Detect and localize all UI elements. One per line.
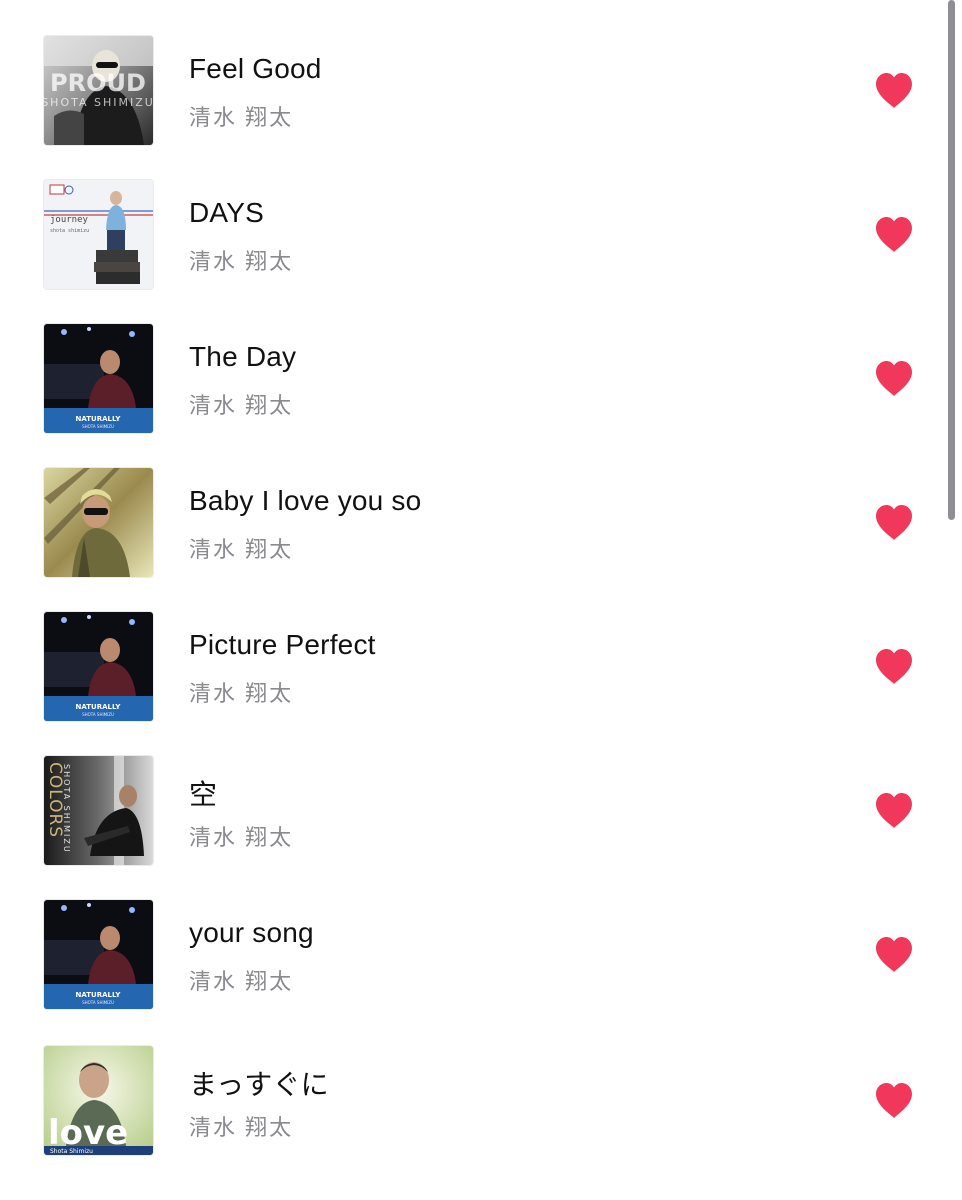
- song-artist: 清水 翔太: [189, 105, 294, 130]
- album-art-love: love Shota Shimizu: [44, 1046, 153, 1155]
- heart-icon: [876, 73, 912, 108]
- song-artist: 清水 翔太: [189, 681, 294, 706]
- album-art-text: PROUD: [50, 69, 146, 97]
- song-title: DAYS: [189, 197, 264, 228]
- song-artist: 清水 翔太: [189, 825, 294, 850]
- song-row[interactable]: love Shota Shimizu まっすぐに 清水 翔太: [0, 1010, 940, 1155]
- love-button[interactable]: [872, 213, 916, 257]
- song-artist: 清水 翔太: [189, 249, 294, 274]
- heart-icon: [876, 793, 912, 828]
- album-art-text: NATURALLY: [76, 991, 122, 999]
- album-art-subtext: SHOTA SHIMIZU: [82, 712, 114, 717]
- album-art-subtext: SHOTA SHIMIZU: [44, 96, 153, 109]
- album-art-text: NATURALLY: [76, 703, 122, 711]
- heart-icon: [876, 1083, 912, 1118]
- album-art-baby-i-love-you-so: [44, 468, 153, 577]
- love-button[interactable]: [872, 501, 916, 545]
- scrollbar[interactable]: [948, 0, 955, 520]
- album-art-naturally: NATURALLY SHOTA SHIMIZU: [44, 900, 153, 1009]
- love-button[interactable]: [872, 69, 916, 113]
- album-art-text: love: [48, 1113, 128, 1153]
- album-art-subtext: SHOTA SHIMIZU: [82, 424, 114, 429]
- song-row[interactable]: PROUD SHOTA SHIMIZU Feel Good 清水 翔太: [0, 0, 940, 145]
- song-title: Feel Good: [189, 53, 322, 84]
- album-art-text: NATURALLY: [76, 415, 122, 423]
- song-title: your song: [189, 917, 314, 948]
- album-art-colors: COLORS SHOTA SHIMIZU: [44, 756, 153, 865]
- song-title: Picture Perfect: [189, 629, 376, 660]
- album-art-text: journey: [50, 215, 89, 225]
- album-art-text: COLORS: [45, 762, 65, 838]
- song-title: まっすぐに: [189, 1069, 329, 1100]
- song-artist: 清水 翔太: [189, 537, 294, 562]
- heart-icon: [876, 937, 912, 972]
- album-art-proud: PROUD SHOTA SHIMIZU: [44, 36, 153, 145]
- song-row[interactable]: journey shota shimizu DAYS 清水 翔太: [0, 144, 940, 289]
- song-row[interactable]: NATURALLY SHOTA SHIMIZU your song 清水 翔太: [0, 864, 940, 1009]
- love-button[interactable]: [872, 357, 916, 401]
- album-art-subtext: Shota Shimizu: [50, 1148, 93, 1155]
- love-button[interactable]: [872, 645, 916, 689]
- album-art-journey: journey shota shimizu: [44, 180, 153, 289]
- song-row[interactable]: NATURALLY SHOTA SHIMIZU The Day 清水 翔太: [0, 288, 940, 433]
- song-row[interactable]: COLORS SHOTA SHIMIZU 空 清水 翔太: [0, 720, 940, 865]
- heart-icon: [876, 361, 912, 396]
- album-art-subtext: SHOTA SHIMIZU: [82, 1000, 114, 1005]
- song-list: PROUD SHOTA SHIMIZU Feel Good 清水 翔太 jour…: [0, 0, 962, 1200]
- love-button[interactable]: [872, 933, 916, 977]
- song-artist: 清水 翔太: [189, 393, 294, 418]
- love-button[interactable]: [872, 789, 916, 833]
- heart-icon: [876, 217, 912, 252]
- love-button[interactable]: [872, 1079, 916, 1123]
- heart-icon: [876, 505, 912, 540]
- album-art-naturally: NATURALLY SHOTA SHIMIZU: [44, 324, 153, 433]
- song-title: 空: [189, 779, 218, 810]
- song-row[interactable]: Baby I love you so 清水 翔太: [0, 432, 940, 577]
- album-art-naturally: NATURALLY SHOTA SHIMIZU: [44, 612, 153, 721]
- heart-icon: [876, 649, 912, 684]
- song-artist: 清水 翔太: [189, 1115, 294, 1140]
- song-title: Baby I love you so: [189, 485, 422, 516]
- album-art-subtext: shota shimizu: [50, 228, 89, 234]
- album-art-subtext: SHOTA SHIMIZU: [62, 764, 71, 854]
- song-artist: 清水 翔太: [189, 969, 294, 994]
- song-title: The Day: [189, 341, 297, 372]
- song-row[interactable]: NATURALLY SHOTA SHIMIZU Picture Perfect …: [0, 576, 940, 721]
